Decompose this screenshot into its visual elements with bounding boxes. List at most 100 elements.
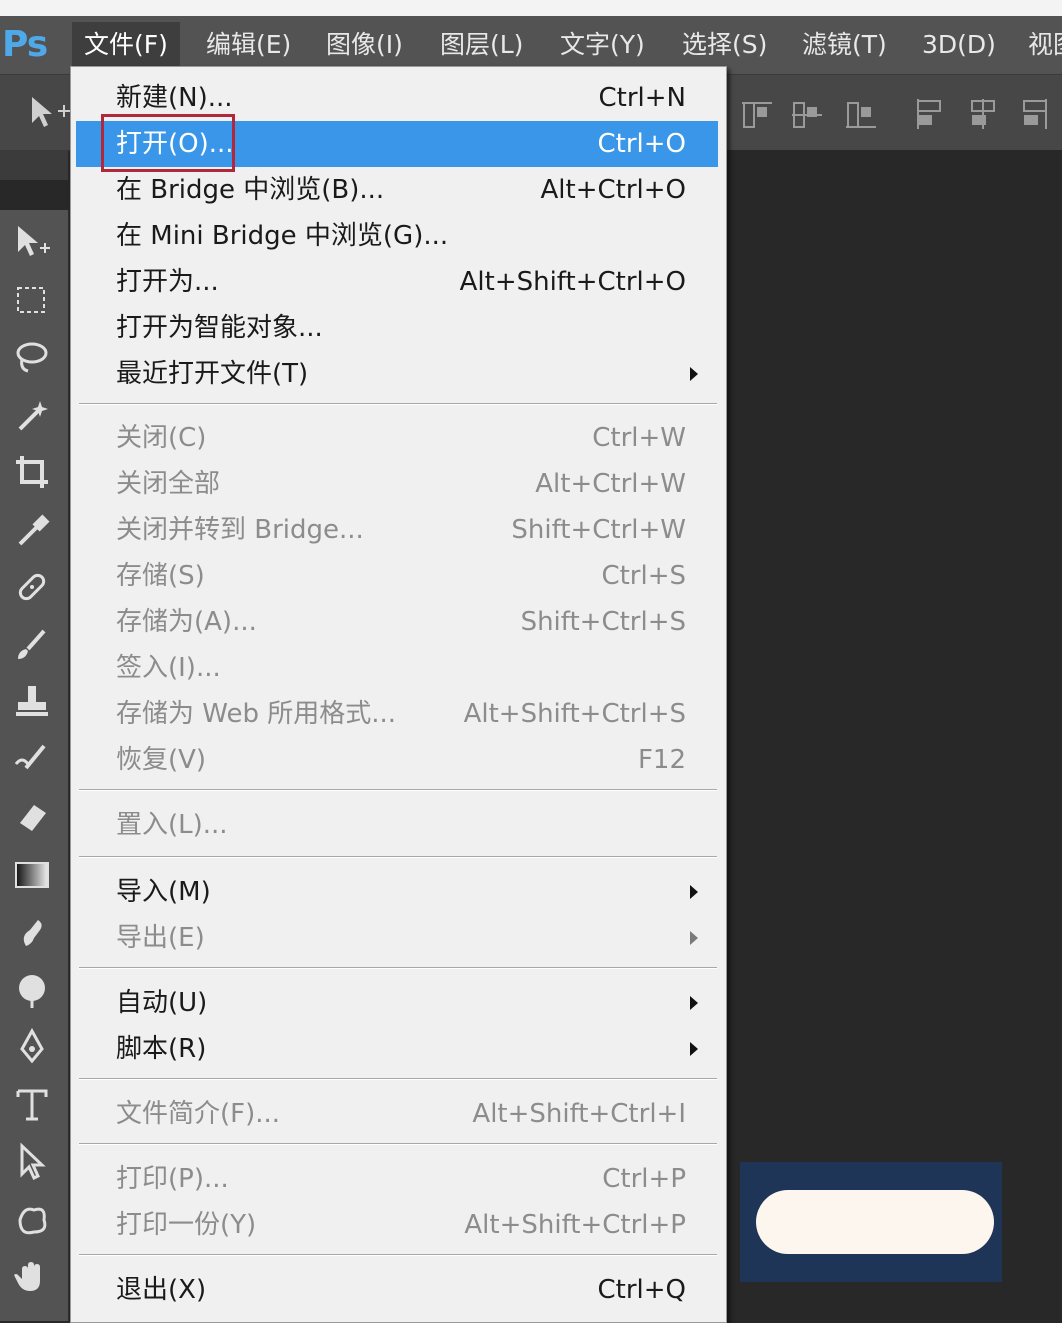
file-menu-item[interactable]: 打开为... Alt+Shift+Ctrl+O (76, 259, 718, 305)
crop-tool-icon[interactable] (4, 446, 60, 498)
file-menu-item[interactable]: 关闭(C) Ctrl+W (76, 415, 718, 461)
menu-item-label: 关闭(C) (116, 423, 207, 453)
type-tool-icon[interactable] (4, 1079, 60, 1131)
menu-item-label: 签入(I)... (116, 653, 221, 683)
menu-1[interactable]: 编辑(E) (194, 22, 303, 68)
menu-item-label: 关闭全部 (116, 469, 221, 499)
menu-item-label: 打印(P)... (116, 1164, 229, 1194)
file-menu-item[interactable]: 导入(M) (76, 869, 718, 915)
file-menu-item[interactable]: 存储为 Web 所用格式... Alt+Shift+Ctrl+S (76, 691, 718, 737)
file-menu-item[interactable]: 置入(L)... (76, 802, 718, 848)
align-bottom-icon[interactable] (844, 97, 880, 133)
menu-item-label: 打开为智能对象... (116, 313, 323, 343)
align-hcenter-icon[interactable] (966, 97, 1002, 133)
menu-7[interactable]: 3D(D) (910, 22, 1008, 68)
menu-separator (79, 1143, 717, 1145)
file-menu-item[interactable]: 自动(U) (76, 980, 718, 1026)
document-canvas-area (725, 150, 1062, 1321)
hand-tool-icon[interactable] (4, 1251, 60, 1303)
menu-6[interactable]: 滤镜(T) (790, 22, 899, 68)
menu-item-shortcut: Ctrl+O (597, 129, 686, 159)
menu-item-label: 恢复(V) (116, 745, 207, 775)
menu-item-shortcut: Alt+Shift+Ctrl+P (464, 1210, 686, 1240)
menu-item-label: 存储(S) (116, 561, 205, 591)
menu-8[interactable]: 视图 (1016, 22, 1062, 68)
menu-separator (79, 856, 717, 858)
menu-2[interactable]: 图像(I) (314, 22, 415, 68)
submenu-arrow-icon (690, 885, 698, 899)
eraser-icon[interactable] (4, 791, 60, 843)
file-menu-item[interactable]: 最近打开文件(T) (76, 351, 718, 397)
menu-item-label: 打印一份(Y) (116, 1210, 257, 1240)
file-menu-item[interactable]: 打印一份(Y) Alt+Shift+Ctrl+P (76, 1202, 718, 1248)
file-menu-item[interactable]: 在 Mini Bridge 中浏览(G)... (76, 213, 718, 259)
file-menu-item[interactable]: 导出(E) (76, 915, 718, 961)
file-menu-item[interactable]: 退出(X) Ctrl+Q (76, 1267, 718, 1313)
align-vcenter-icon[interactable] (790, 97, 826, 133)
healing-brush-icon[interactable] (4, 561, 60, 613)
menu-separator (79, 789, 717, 791)
menu-item-shortcut: Alt+Shift+Ctrl+I (472, 1099, 686, 1129)
menu-item-shortcut: Ctrl+W (592, 423, 686, 453)
pen-tool-icon[interactable] (4, 1021, 60, 1073)
menu-item-shortcut: Alt+Ctrl+O (540, 175, 686, 205)
dodge-icon[interactable] (4, 964, 60, 1016)
clone-stamp-icon[interactable] (4, 676, 60, 728)
file-menu-item[interactable]: 文件简介(F)... Alt+Shift+Ctrl+I (76, 1091, 718, 1137)
menu-item-label: 自动(U) (116, 988, 208, 1018)
file-menu-item[interactable]: 打开为智能对象... (76, 305, 718, 351)
history-brush-icon[interactable] (4, 734, 60, 786)
ps-logo: Ps (2, 24, 48, 65)
file-menu-item[interactable]: 存储为(A)... Shift+Ctrl+S (76, 599, 718, 645)
menu-item-label: 置入(L)... (116, 810, 228, 840)
menu-4[interactable]: 文字(Y) (548, 22, 657, 68)
smudge-icon[interactable] (4, 906, 60, 958)
menu-item-label: 最近打开文件(T) (116, 359, 309, 389)
tools-panel (0, 210, 69, 1321)
file-menu-item[interactable]: 关闭全部 Alt+Ctrl+W (76, 461, 718, 507)
menu-item-label: 退出(X) (116, 1275, 207, 1305)
file-menu-item[interactable]: 恢复(V) F12 (76, 737, 718, 783)
menu-item-label: 导入(M) (116, 877, 211, 907)
submenu-arrow-icon (690, 1042, 698, 1056)
move-tool-option-icon[interactable] (28, 93, 72, 141)
menu-item-shortcut: Ctrl+Q (597, 1275, 686, 1305)
file-menu-item[interactable]: 脚本(R) (76, 1026, 718, 1072)
menu-item-label: 文件简介(F)... (116, 1099, 281, 1129)
menu-item-label: 打开为... (116, 267, 219, 297)
align-top-icon[interactable] (740, 97, 776, 133)
menu-item-label: 存储为(A)... (116, 607, 257, 637)
align-left-icon[interactable] (912, 97, 948, 133)
panel-collapse-strip[interactable] (0, 150, 68, 180)
menu-0[interactable]: 文件(F) (72, 22, 180, 68)
brush-tool-icon[interactable] (4, 619, 60, 671)
lasso-tool-icon[interactable] (4, 331, 60, 383)
menu-item-shortcut: Ctrl+P (602, 1164, 686, 1194)
menu-item-shortcut: Shift+Ctrl+S (520, 607, 686, 637)
align-right-icon[interactable] (1018, 97, 1054, 133)
menu-separator (79, 1254, 717, 1256)
marquee-tool-icon[interactable] (4, 274, 60, 326)
menu-item-label: 关闭并转到 Bridge... (116, 515, 364, 545)
file-menu-item[interactable]: 签入(I)... (76, 645, 718, 691)
path-selection-icon[interactable] (4, 1136, 60, 1188)
file-menu-dropdown: 新建(N)... Ctrl+N 打开(O)... Ctrl+O 在 Bridge 中浏览… (70, 66, 727, 1323)
menu-item-shortcut: Alt+Shift+Ctrl+O (459, 267, 686, 297)
submenu-arrow-icon (690, 931, 698, 945)
magic-wand-icon[interactable] (4, 389, 60, 441)
file-menu-item[interactable]: 在 Bridge 中浏览(B)... Alt+Ctrl+O (76, 167, 718, 213)
shape-tool-icon[interactable] (4, 1194, 60, 1246)
file-menu-item[interactable]: 存储(S) Ctrl+S (76, 553, 718, 599)
file-menu-item[interactable]: 关闭并转到 Bridge... Shift+Ctrl+W (76, 507, 718, 553)
move-tool-icon[interactable] (4, 216, 60, 268)
gradient-icon[interactable] (4, 849, 60, 901)
menu-item-label: 脚本(R) (116, 1034, 207, 1064)
menu-5[interactable]: 选择(S) (670, 22, 779, 68)
menu-separator (79, 967, 717, 969)
annotation-highlight-box (101, 114, 235, 172)
file-menu-item[interactable]: 打印(P)... Ctrl+P (76, 1156, 718, 1202)
menu-3[interactable]: 图层(L) (428, 22, 535, 68)
submenu-arrow-icon (690, 996, 698, 1010)
eyedropper-icon[interactable] (4, 504, 60, 556)
menu-item-shortcut: Alt+Shift+Ctrl+S (463, 699, 686, 729)
